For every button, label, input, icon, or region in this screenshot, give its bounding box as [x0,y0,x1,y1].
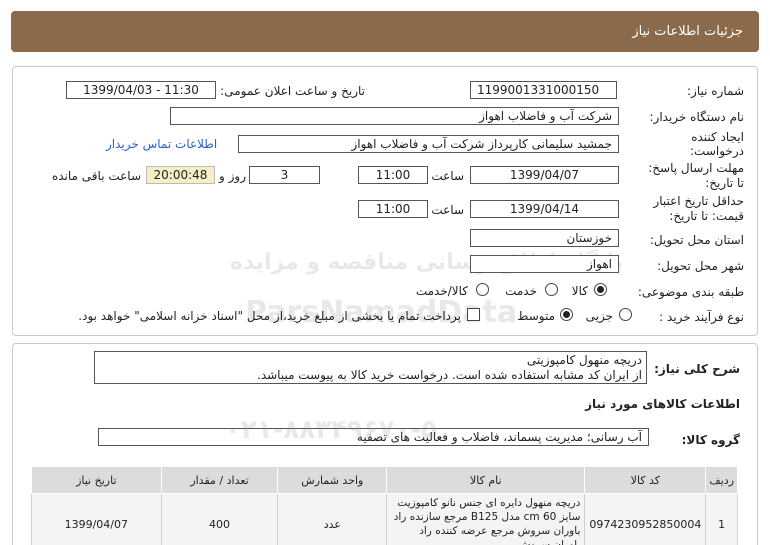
buyer-label: نام دستگاه خریدار: [649,110,745,124]
city-field: اهواز [470,255,619,273]
description-label: شرح کلی نیاز: [654,362,740,376]
col-code: کد کالا [584,466,707,494]
goods-table-header: ردیف کد کالا نام کالا واحد شمارش تعداد /… [31,466,738,494]
description-box: دریچه منهول کامپوزیتی از ایران کد مشابه … [94,351,647,384]
category-radio-goods-service[interactable] [476,283,489,296]
days-label: روز و [219,169,246,183]
description-line1: دریچه منهول کامپوزیتی [526,353,642,367]
creator-field: جمشید سلیمانی کارپرداز شرکت آب و فاضلاب … [238,135,619,153]
row-date: 1399/04/07 [31,493,162,545]
buyer-field: شرکت آب و فاضلاب اهواز [170,107,619,125]
page-title: جزئیات اطلاعات نیاز [632,24,743,39]
col-date: تاریخ نیاز [31,466,162,494]
row-qty: 400 [160,493,279,545]
table-row[interactable]: 1 0974230952850004 دریچه منهول دایره ای … [31,493,738,545]
process-option-medium: متوسط [517,309,555,323]
process-option-minor: جزیی [585,309,613,323]
treasury-payment-checkbox[interactable] [467,308,480,321]
process-radio-medium[interactable] [560,308,573,321]
watermark-phone: ۰۲۱-۸۸۳۴۹۶۷۰-۵ [225,415,438,445]
process-radio-minor[interactable] [619,308,632,321]
deadline-time-field: 11:00 [358,166,428,184]
province-label: استان محل تحویل: [649,233,744,247]
category-option-goods-service: کالا/خدمت [415,284,468,298]
buyer-contact-link[interactable]: اطلاعات تماس خریدار [106,137,217,151]
process-label: نوع فرآیند خرید : [659,310,744,324]
days-remaining-field: 3 [249,166,320,184]
goods-group-label: گروه کالا: [681,433,740,447]
deadline-date-field: 1399/04/07 [470,166,619,184]
category-radio-service[interactable] [545,283,558,296]
category-label: طبقه بندی موضوعی: [637,285,744,299]
validity-time-label: ساعت [431,203,464,217]
row-name: دریچه منهول دایره ای جنس نانو کامپوزیت س… [386,493,586,545]
category-option-goods: کالا [571,284,588,298]
description-line2: از ایران کد مشابه استفاده شده است. درخوا… [257,368,642,382]
validity-date-field: 1399/04/14 [470,200,619,218]
col-name: نام کالا [386,466,586,494]
city-label: شهر محل تحویل: [657,259,744,273]
deadline-label-line2: تا تاریخ: [705,176,744,190]
validity-label-line1: حداقل تاریخ اعتبار [653,194,744,208]
need-number-label: شماره نیاز: [687,84,744,98]
col-index: ردیف [705,466,738,494]
col-unit: واحد شمارش [277,466,388,494]
announce-datetime-field: 1399/04/03 - 11:30 [66,81,216,99]
goods-table: ردیف کد کالا نام کالا واحد شمارش تعداد /… [31,466,738,545]
deadline-label-line1: مهلت ارسال پاسخ: [648,161,744,175]
row-unit: عدد [277,493,388,545]
row-code: 0974230952850004 [584,493,707,545]
row-index: 1 [705,493,738,545]
deadline-time-label: ساعت [431,169,464,183]
category-radio-goods[interactable] [594,283,607,296]
remaining-time-field: 20:00:48 [146,166,215,184]
validity-time-field: 11:00 [358,200,428,218]
goods-section-title: اطلاعات کالاهای مورد نیاز [585,397,740,411]
creator-label-line1: ایجاد کننده [691,130,744,144]
col-qty: تعداد / مقدار [160,466,279,494]
announce-label: تاریخ و ساعت اعلان عمومی: [220,84,365,98]
treasury-payment-note: پرداخت تمام یا بخشی از مبلغ خرید،از محل … [78,309,461,323]
need-number-field: 1199001331000150 [470,81,617,99]
category-option-service: خدمت [505,284,537,298]
province-field: خوزستان [470,229,619,247]
remaining-time-label: ساعت باقی مانده [51,169,141,183]
creator-label-line2: درخواست: [690,144,744,158]
validity-label-line2: قیمت: تا تاریخ: [669,209,744,223]
page-header: جزئیات اطلاعات نیاز [11,11,759,52]
